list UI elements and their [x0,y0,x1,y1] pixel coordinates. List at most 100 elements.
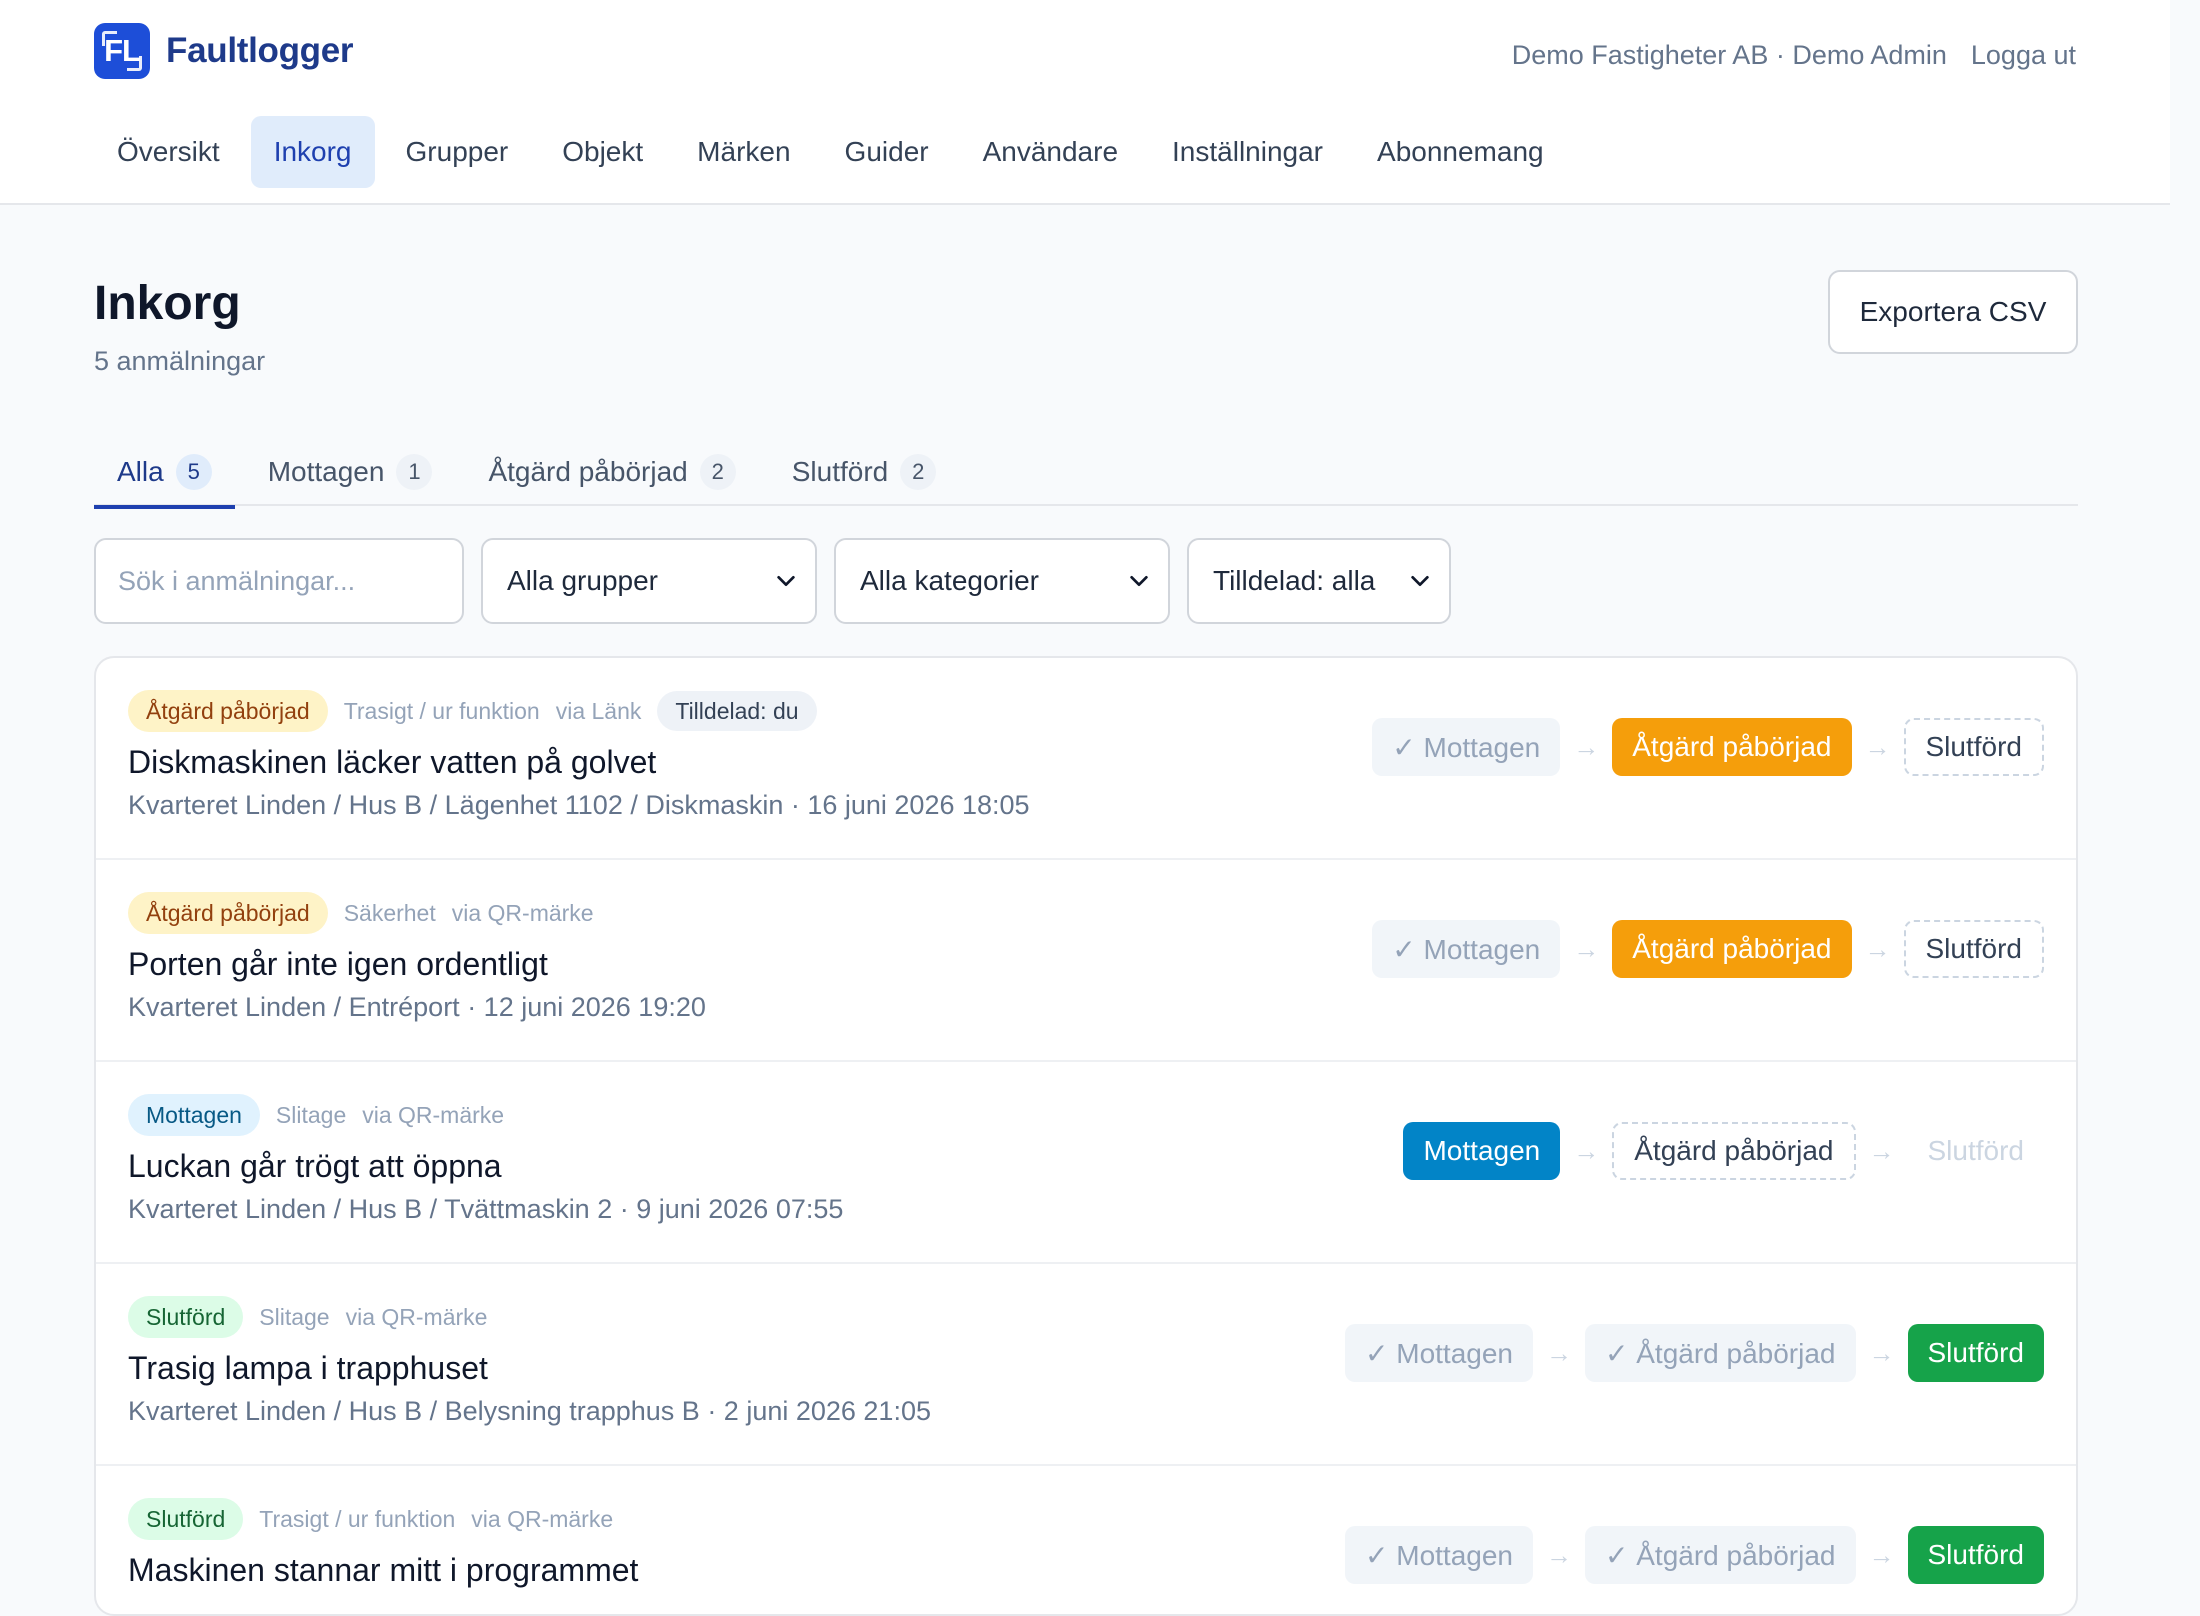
step-atgard-paborjad[interactable]: ✓ Åtgärd påbörjad [1585,1324,1856,1382]
assigned-select[interactable]: Tilldelad: alla [1187,538,1451,624]
ticket-meta: Slutförd Slitage via QR-märke [128,1296,487,1338]
ticket-location-time: Kvarteret Linden / Hus B / Belysning tra… [128,1396,931,1426]
category-select-value: Alla kategorier [860,565,1039,596]
tab-atgard-paborjad[interactable]: Åtgärd påbörjad 2 [465,438,758,506]
app-name: Faultlogger [166,31,354,70]
ticket-category: Trasigt / ur funktion [343,697,540,724]
top-bar: FL Faultlogger Demo Fastigheter AB · Dem… [0,0,2170,205]
ticket-title[interactable]: Luckan går trögt att öppna [128,1148,502,1185]
step-slutford: Slutförd [1927,1135,2025,1166]
step-atgard-paborjad[interactable]: Åtgärd påbörjad [1612,718,1852,776]
ticket-title[interactable]: Porten går inte igen ordentligt [128,946,548,983]
ticket-location-time: Kvarteret Linden / Entréport · 12 juni 2… [128,992,706,1022]
tab-slutford[interactable]: Slutförd 2 [769,438,960,506]
logout-link[interactable]: Logga ut [1971,40,2076,71]
status-badge: Slutförd [128,1498,244,1540]
nav-inkorg[interactable]: Inkorg [250,116,375,188]
tab-mottagen[interactable]: Mottagen 1 [245,438,456,506]
tab-alla[interactable]: Alla 5 [94,438,235,509]
arrow-right-icon: → [1546,1337,1572,1368]
step-mottagen[interactable]: ✓ Mottagen [1372,718,1561,776]
ticket-list: Åtgärd påbörjad Trasigt / ur funktion vi… [94,656,2078,1616]
status-tabs: Alla 5 Mottagen 1 Åtgärd påbörjad 2 Slut… [94,438,2078,509]
nav-marken[interactable]: Märken [674,116,813,188]
org-user-label: Demo Fastigheter AB · Demo Admin [1511,40,1947,70]
nav-abonnemang[interactable]: Abonnemang [1354,116,1567,188]
chevron-down-icon [1411,575,1429,587]
page-subtitle: 5 anmälningar [94,346,266,376]
account-area: Demo Fastigheter AB · Demo Admin Logga u… [1512,40,2076,71]
step-slutford[interactable]: Slutförd [1903,920,2044,978]
status-stepper: ✓ Mottagen → ✓ Åtgärd påbörjad → Slutför… [1345,1324,2044,1382]
main-nav: Översikt Inkorg Grupper Objekt Märken Gu… [94,116,1567,188]
ticket-title[interactable]: Trasig lampa i trapphuset [128,1350,488,1387]
step-slutford[interactable]: Slutförd [1907,1526,2044,1584]
brand[interactable]: FL Faultlogger [94,23,354,79]
page-title: Inkorg [94,277,241,330]
tab-count: 1 [396,454,433,490]
arrow-right-icon: → [1864,933,1891,964]
status-badge: Mottagen [128,1094,260,1136]
group-select[interactable]: Alla grupper [481,538,817,624]
ticket-row[interactable]: Slutförd Slitage via QR-märke Trasig lam… [96,1264,2076,1466]
tab-count: 5 [175,454,212,490]
ticket-location-time: Kvarteret Linden / Hus B / Tvättmaskin 2… [128,1194,844,1224]
category-select[interactable]: Alla kategorier [834,538,1170,624]
ticket-title[interactable]: Maskinen stannar mitt i programmet [128,1552,638,1589]
step-slutford[interactable]: Slutförd [1903,718,2044,776]
ticket-row[interactable]: Slutförd Trasigt / ur funktion via QR-mä… [96,1466,2076,1614]
filter-bar: Sök i anmälningar... Alla grupper Alla k… [94,538,1451,624]
nav-objekt[interactable]: Objekt [539,116,666,188]
step-slutford[interactable]: Slutförd [1907,1324,2044,1382]
nav-installningar[interactable]: Inställningar [1149,116,1346,188]
search-input[interactable]: Sök i anmälningar... [94,538,464,624]
ticket-category: Slitage [259,1303,330,1330]
step-atgard-paborjad[interactable]: Åtgärd påbörjad [1612,1122,1856,1180]
group-select-value: Alla grupper [507,565,658,596]
nav-oversikt[interactable]: Översikt [94,116,243,188]
tab-count: 2 [900,454,937,490]
step-mottagen[interactable]: ✓ Mottagen [1372,920,1561,978]
status-badge: Åtgärd påbörjad [128,690,328,732]
chevron-down-icon [1130,575,1148,587]
status-badge: Slutförd [128,1296,244,1338]
arrow-right-icon: → [1573,731,1600,762]
arrow-right-icon: → [1868,1135,1895,1166]
tab-label: Åtgärd påbörjad [488,456,688,487]
tab-label: Slutförd [791,456,889,487]
status-stepper: ✓ Mottagen → Åtgärd påbörjad → Slutförd [1372,920,2044,978]
ticket-meta: Mottagen Slitage via QR-märke [128,1094,504,1136]
assigned-select-value: Tilldelad: alla [1213,565,1376,596]
ticket-row[interactable]: Åtgärd påbörjad Säkerhet via QR-märke Po… [96,860,2076,1062]
arrow-right-icon: → [1573,1135,1600,1166]
ticket-meta: Slutförd Trasigt / ur funktion via QR-mä… [128,1498,613,1540]
ticket-row[interactable]: Åtgärd påbörjad Trasigt / ur funktion vi… [96,658,2076,860]
step-mottagen[interactable]: ✓ Mottagen [1345,1324,1533,1382]
step-atgard-paborjad[interactable]: ✓ Åtgärd påbörjad [1585,1526,1856,1584]
ticket-meta: Åtgärd påbörjad Trasigt / ur funktion vi… [128,690,817,732]
nav-grupper[interactable]: Grupper [383,116,532,188]
ticket-title[interactable]: Diskmaskinen läcker vatten på golvet [128,744,656,781]
status-stepper: Mottagen → Åtgärd påbörjad → Slutförd [1403,1122,2044,1180]
step-atgard-paborjad[interactable]: Åtgärd påbörjad [1612,920,1852,978]
arrow-right-icon: → [1864,731,1891,762]
step-mottagen[interactable]: Mottagen [1403,1122,1561,1180]
step-mottagen[interactable]: ✓ Mottagen [1345,1526,1533,1584]
ticket-source: via QR-märke [471,1505,614,1532]
ticket-source: via Länk [555,697,642,724]
export-csv-button[interactable]: Exportera CSV [1828,270,2078,354]
ticket-location-time: Kvarteret Linden / Hus B / Lägenhet 1102… [128,790,1030,820]
ticket-source: via QR-märke [345,1303,488,1330]
ticket-meta: Åtgärd påbörjad Säkerhet via QR-märke [128,892,594,934]
logo-icon: FL [94,23,150,79]
ticket-row[interactable]: Mottagen Slitage via QR-märke Luckan går… [96,1062,2076,1264]
arrow-right-icon: → [1546,1539,1572,1570]
ticket-category: Säkerhet [343,899,436,926]
tab-count: 2 [699,454,736,490]
ticket-source: via QR-märke [362,1101,505,1128]
ticket-category: Trasigt / ur funktion [259,1505,456,1532]
tab-label: Alla [117,456,164,487]
nav-anvandare[interactable]: Användare [960,116,1141,188]
nav-guider[interactable]: Guider [822,116,952,188]
status-stepper: ✓ Mottagen → ✓ Åtgärd påbörjad → Slutför… [1345,1526,2044,1584]
